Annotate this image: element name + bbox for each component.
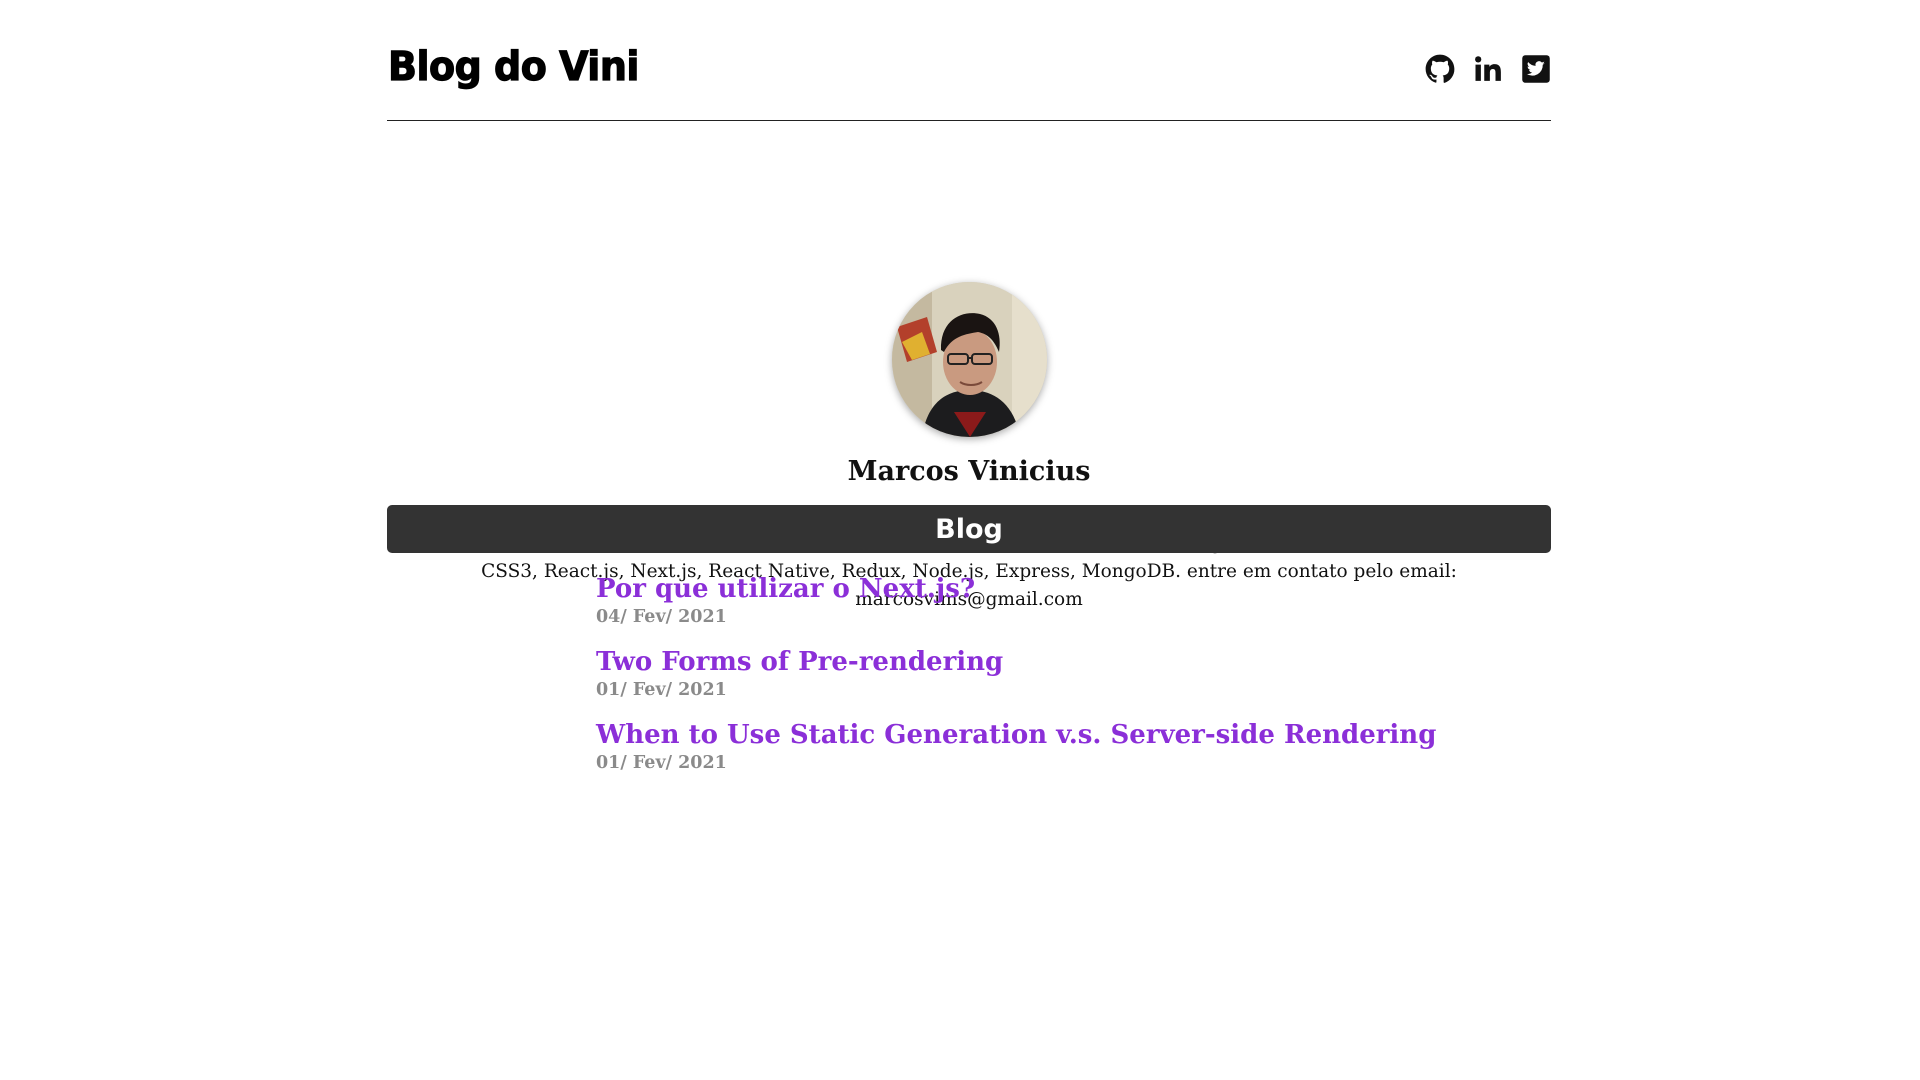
profile-photo [892,282,1047,437]
list-item: Por que utilizar o Next.js? 04/ Fev/ 202… [596,570,1436,643]
post-date: 01/ Fev/ 2021 [596,680,727,700]
list-item: Two Forms of Pre-rendering 01/ Fev/ 2021 [596,643,1436,716]
blog-heading: Blog [387,505,1551,553]
post-list: Por que utilizar o Next.js? 04/ Fev/ 202… [596,570,1436,789]
post-date: 04/ Fev/ 2021 [596,607,727,627]
social-links [1425,54,1551,84]
github-icon [1425,54,1455,83]
twitter-icon [1522,55,1550,83]
profile-name: Marcos Vinicius [847,456,1091,487]
github-link[interactable] [1425,54,1455,84]
post-title-link[interactable]: Por que utilizar o Next.js? [596,570,1436,608]
linkedin-link[interactable] [1473,54,1503,84]
twitter-link[interactable] [1521,54,1551,84]
site-title[interactable]: Blog do Vini [387,42,640,89]
page-container: Blog do Vini Marcos Vinicius CSS3, React… [387,0,1551,772]
post-title-link[interactable]: When to Use Static Generation v.s. Serve… [596,716,1436,754]
site-header: Blog do Vini [387,0,1551,121]
post-date: 01/ Fev/ 2021 [596,753,727,773]
post-title-link[interactable]: Two Forms of Pre-rendering [596,643,1436,681]
list-item: When to Use Static Generation v.s. Serve… [596,716,1436,789]
avatar [892,282,1047,437]
linkedin-icon [1475,56,1501,81]
